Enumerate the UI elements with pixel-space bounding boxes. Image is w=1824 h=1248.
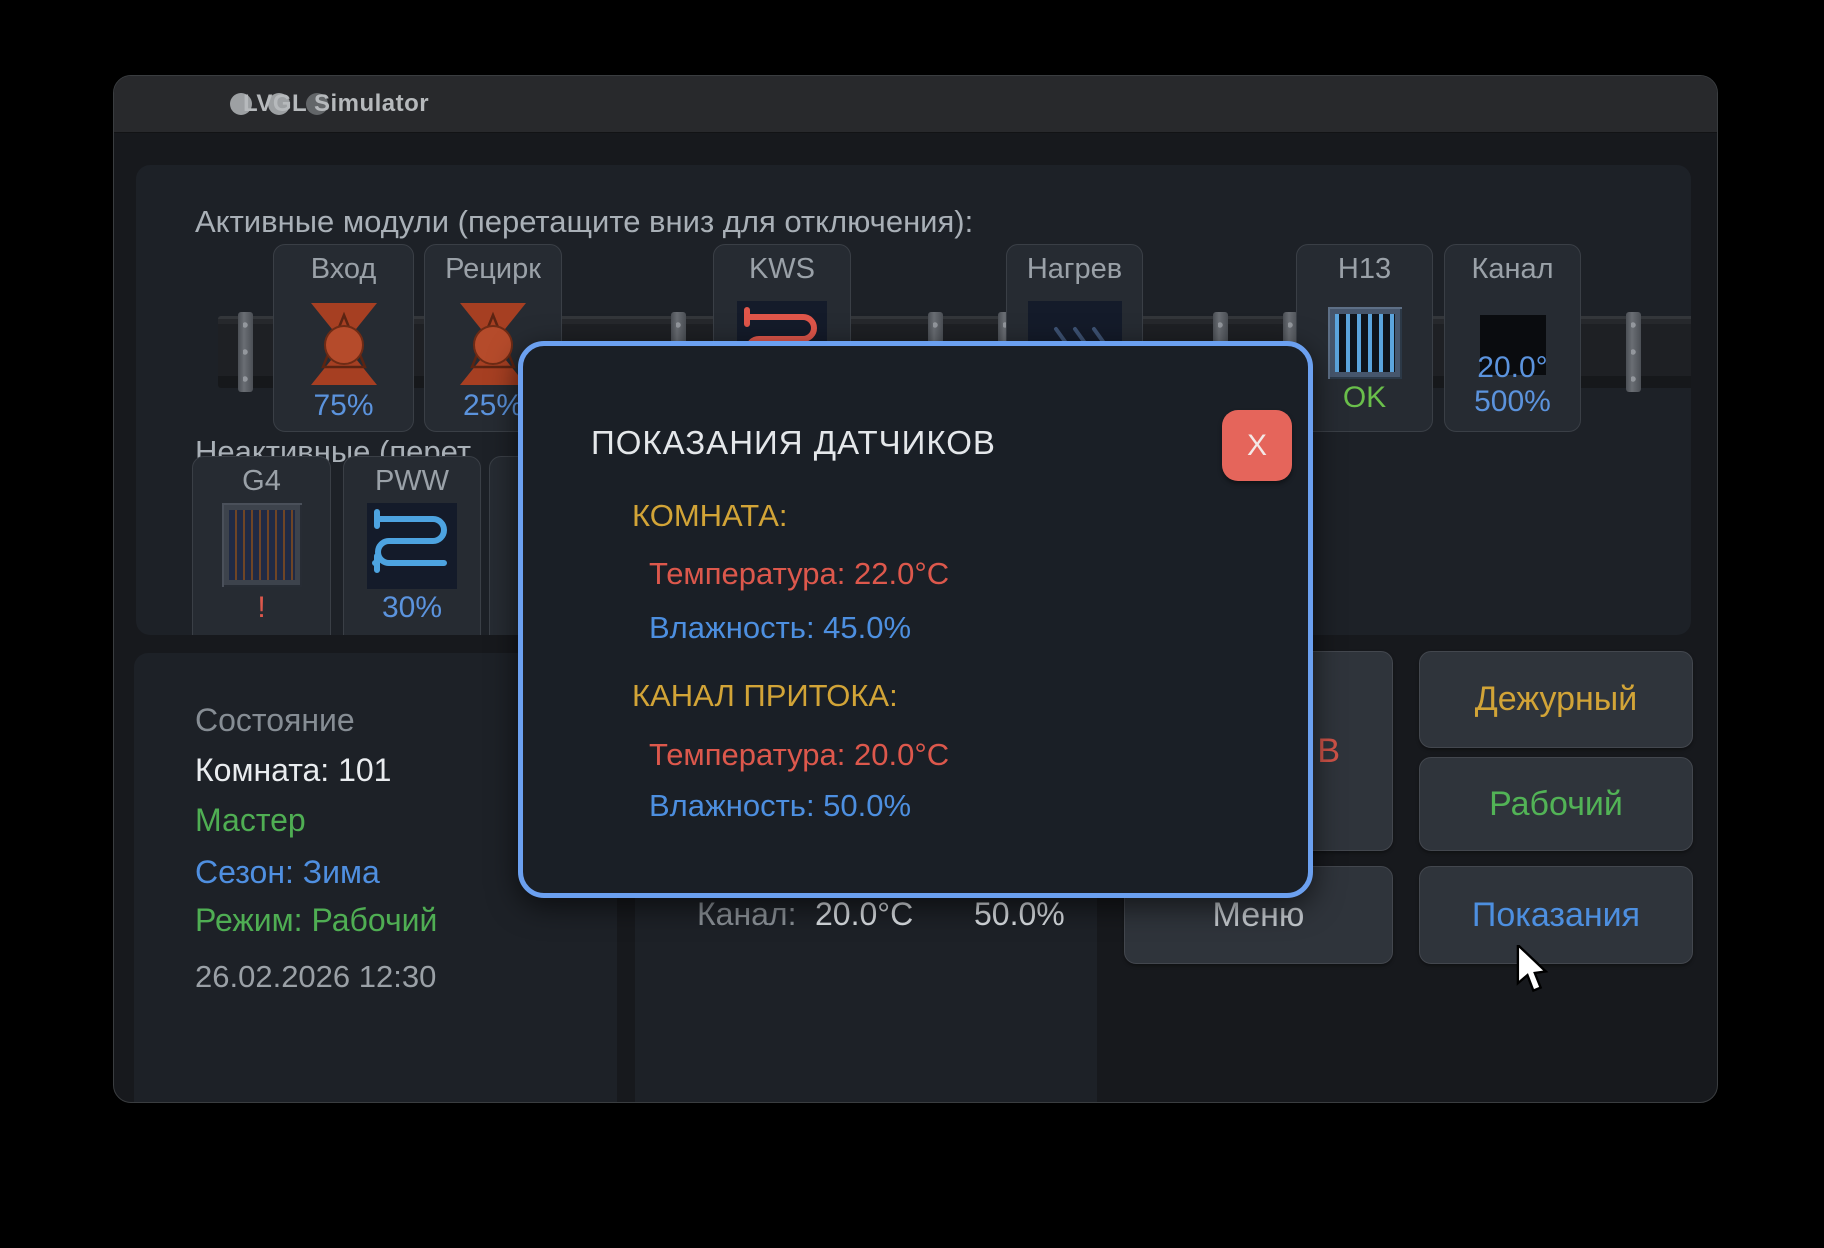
active-modules-heading: Активные модули (перетащите вниз для отк… <box>195 204 973 240</box>
damper-icon <box>303 301 385 387</box>
module-value: 75% <box>274 389 413 423</box>
module-value: OK <box>1297 381 1432 415</box>
close-x-label: X <box>1247 429 1267 463</box>
module-title: Нагрев <box>1007 253 1142 286</box>
duty-mode-label: Дежурный <box>1475 680 1637 719</box>
status-mode: Режим: Рабочий <box>195 902 437 939</box>
supply-duct-section-heading: КАНАЛ ПРИТОКА: <box>632 678 898 714</box>
module-title: G4 <box>193 465 330 498</box>
work-mode-button[interactable]: Рабочий <box>1419 757 1693 851</box>
app-window: LVGL Simulator Активные модули (перетащи… <box>113 75 1718 1103</box>
module-title: PWW <box>344 465 480 498</box>
module-tile-G4[interactable]: G4 ! <box>192 456 331 635</box>
readings-label: Показания <box>1472 896 1640 935</box>
menu-button-label: Меню <box>1213 896 1305 935</box>
title-bar[interactable]: LVGL Simulator <box>114 76 1717 133</box>
module-title: Канал <box>1445 253 1580 286</box>
module-tile-PWW[interactable]: PWW 30% <box>343 456 481 635</box>
supply-duct-humidity: Влажность: 50.0% <box>649 788 911 824</box>
module-title: Рецирк <box>425 253 561 286</box>
status-heading: Состояние <box>195 702 355 739</box>
module-value: ! <box>193 591 330 625</box>
power-button-label: В <box>1317 732 1340 771</box>
kanal-humidity-value: 50.0% <box>974 896 1065 933</box>
duct-flange <box>1626 312 1641 392</box>
module-tile-Вход[interactable]: Вход 75% <box>273 244 414 432</box>
module-title: Вход <box>274 253 413 286</box>
room-section-heading: КОМНАТА: <box>632 498 787 534</box>
status-datetime: 26.02.2026 12:30 <box>195 959 436 995</box>
status-room: Комната: 101 <box>195 752 391 789</box>
modal-close-button[interactable]: X <box>1222 410 1292 481</box>
module-title: H13 <box>1297 253 1432 286</box>
kanal-temp-value: 20.0°C <box>815 896 913 933</box>
module-value: 30% <box>344 591 480 625</box>
module-value: 500% <box>1445 385 1580 419</box>
module-title: KWS <box>714 253 850 286</box>
modal-title: ПОКАЗАНИЯ ДАТЧИКОВ <box>591 424 996 462</box>
status-master: Мастер <box>195 802 306 839</box>
mouse-cursor <box>1516 945 1558 1000</box>
module-value: 20.0° <box>1445 351 1580 385</box>
supply-duct-temperature: Температура: 20.0°C <box>649 737 949 773</box>
coil-icon <box>367 503 457 589</box>
window-title: LVGL Simulator <box>243 90 429 118</box>
room-humidity: Влажность: 45.0% <box>649 610 911 646</box>
coarse-filter-icon <box>222 503 302 587</box>
module-tile-Канал[interactable]: Канал 20.0°500% <box>1444 244 1581 432</box>
duct-flange <box>238 312 253 392</box>
work-mode-label: Рабочий <box>1489 785 1623 824</box>
hepa-filter-icon <box>1328 307 1402 379</box>
duty-mode-button[interactable]: Дежурный <box>1419 651 1693 748</box>
sensor-readings-modal: ПОКАЗАНИЯ ДАТЧИКОВ X КОМНАТА: Температур… <box>518 341 1313 898</box>
kanal-row-label: Канал: <box>697 896 796 933</box>
module-tile-H13[interactable]: H13 OK <box>1296 244 1433 432</box>
status-season: Сезон: Зима <box>195 854 380 891</box>
room-temperature: Температура: 22.0°C <box>649 556 949 592</box>
